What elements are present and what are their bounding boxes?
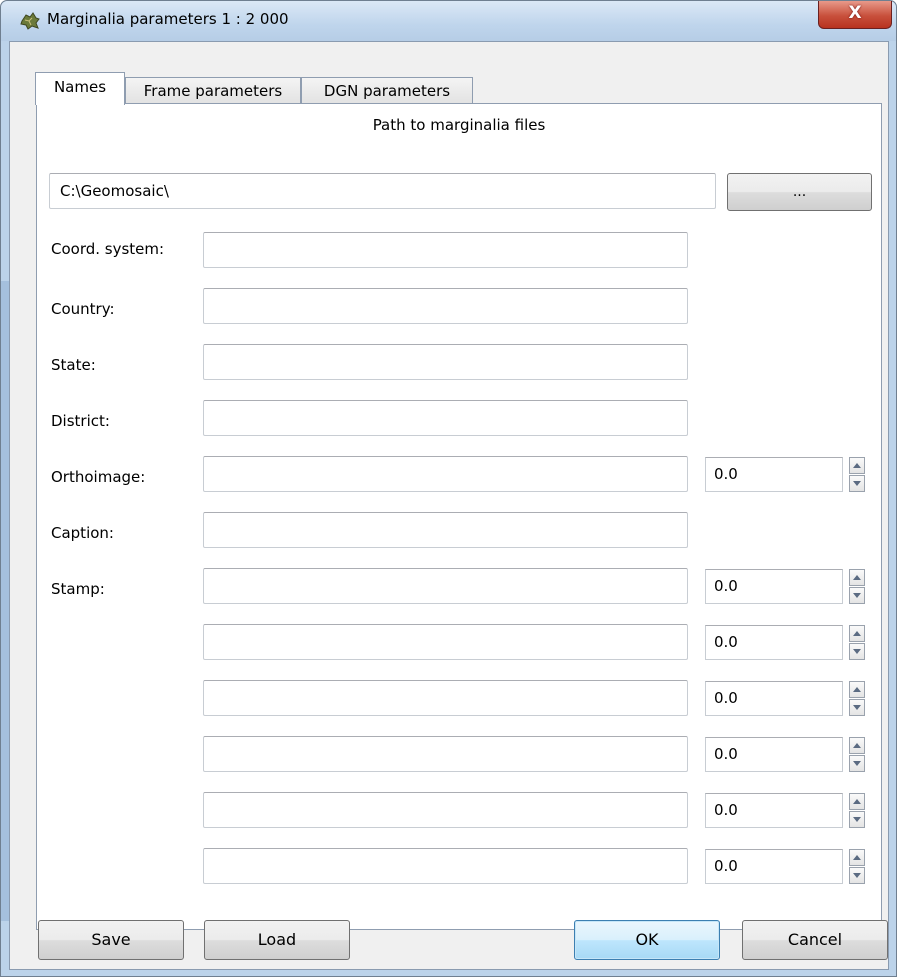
- country-input[interactable]: [203, 288, 688, 324]
- orthoimage-input[interactable]: [203, 456, 688, 492]
- coord-system-label: Coord. system:: [51, 240, 165, 258]
- spin-up-icon[interactable]: [849, 625, 865, 642]
- title-bar[interactable]: Marginalia parameters 1 : 2 000 X: [1, 1, 896, 41]
- caption-label: Caption:: [51, 524, 114, 542]
- stamp-input-1[interactable]: [203, 568, 688, 604]
- stamp-number-input-2[interactable]: 0.0: [705, 625, 843, 660]
- tab-frame-parameters[interactable]: Frame parameters: [125, 77, 301, 104]
- spin-down-icon[interactable]: [849, 867, 865, 884]
- map-leaf-icon: [20, 12, 40, 30]
- dialog-window: Marginalia parameters 1 : 2 000 X Names …: [0, 0, 897, 977]
- tab-dgn-parameters[interactable]: DGN parameters: [301, 77, 473, 104]
- cancel-button[interactable]: Cancel: [742, 920, 888, 960]
- close-button[interactable]: X: [818, 1, 892, 29]
- stamp-spinner-3[interactable]: [849, 681, 865, 716]
- stamp-number-input-1[interactable]: 0.0: [705, 569, 843, 604]
- orthoimage-label: Orthoimage:: [51, 468, 146, 486]
- state-label: State:: [51, 356, 96, 374]
- browse-button[interactable]: ...: [727, 173, 872, 211]
- stamp-spinner-6[interactable]: [849, 849, 865, 884]
- stamp-number-input-5[interactable]: 0.0: [705, 793, 843, 828]
- stamp-number-input-3[interactable]: 0.0: [705, 681, 843, 716]
- stamp-input-5[interactable]: [203, 792, 688, 828]
- spin-down-icon[interactable]: [849, 475, 865, 492]
- dialog-client-area: Names Frame parameters DGN parameters Pa…: [9, 41, 889, 970]
- stamp-input-4[interactable]: [203, 736, 688, 772]
- stamp-spinner-1[interactable]: [849, 569, 865, 604]
- district-input[interactable]: [203, 400, 688, 436]
- stamp-spinner-4[interactable]: [849, 737, 865, 772]
- stamp-number-input-4[interactable]: 0.0: [705, 737, 843, 772]
- spin-up-icon[interactable]: [849, 457, 865, 474]
- stamp-spinner-2[interactable]: [849, 625, 865, 660]
- spin-down-icon[interactable]: [849, 699, 865, 716]
- spin-up-icon[interactable]: [849, 849, 865, 866]
- window-title: Marginalia parameters 1 : 2 000: [47, 10, 289, 28]
- orthoimage-number-input[interactable]: 0.0: [705, 457, 843, 492]
- spin-down-icon[interactable]: [849, 587, 865, 604]
- ok-button[interactable]: OK: [574, 920, 720, 960]
- names-tab-panel: Path to marginalia files C:\Geomosaic\ .…: [36, 103, 882, 930]
- spin-down-icon[interactable]: [849, 811, 865, 828]
- country-label: Country:: [51, 300, 115, 318]
- orthoimage-spinner[interactable]: [849, 457, 865, 492]
- stamp-input-2[interactable]: [203, 624, 688, 660]
- spin-up-icon[interactable]: [849, 793, 865, 810]
- district-label: District:: [51, 412, 110, 430]
- save-button[interactable]: Save: [38, 920, 184, 960]
- close-icon: X: [848, 3, 862, 23]
- path-heading: Path to marginalia files: [372, 116, 546, 134]
- stamp-input-6[interactable]: [203, 848, 688, 884]
- stamp-number-input-6[interactable]: 0.0: [705, 849, 843, 884]
- spin-up-icon[interactable]: [849, 569, 865, 586]
- spin-down-icon[interactable]: [849, 643, 865, 660]
- stamp-input-3[interactable]: [203, 680, 688, 716]
- caption-input[interactable]: [203, 512, 688, 548]
- spin-down-icon[interactable]: [849, 755, 865, 772]
- load-button[interactable]: Load: [204, 920, 350, 960]
- stamp-spinner-5[interactable]: [849, 793, 865, 828]
- coord-system-input[interactable]: [203, 232, 688, 268]
- spin-up-icon[interactable]: [849, 681, 865, 698]
- tab-names[interactable]: Names: [35, 72, 125, 105]
- state-input[interactable]: [203, 344, 688, 380]
- spin-up-icon[interactable]: [849, 737, 865, 754]
- stamp-label: Stamp:: [51, 580, 105, 598]
- path-input[interactable]: C:\Geomosaic\: [49, 173, 716, 209]
